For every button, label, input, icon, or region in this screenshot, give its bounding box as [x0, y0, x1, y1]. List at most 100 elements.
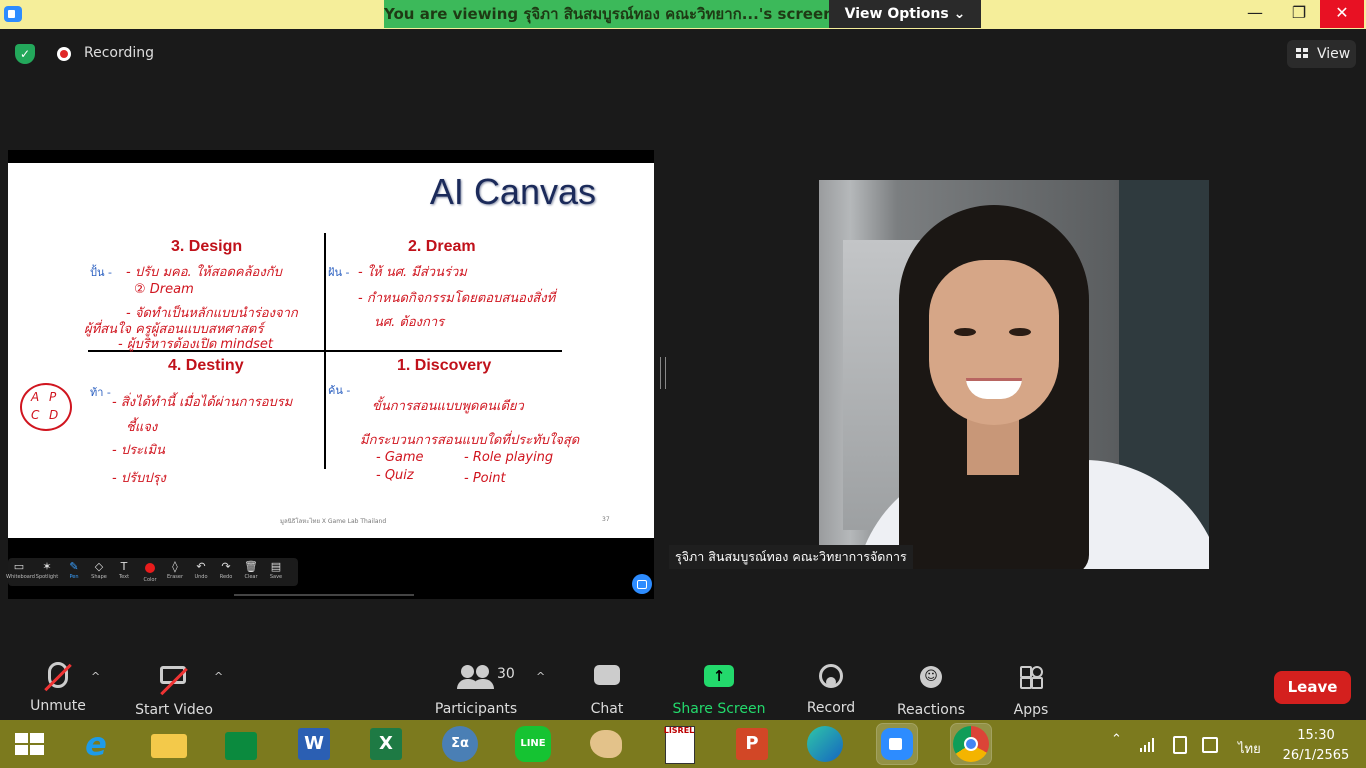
note-destiny-4: - ปรับปรุง	[112, 471, 166, 486]
leave-button[interactable]: Leave	[1274, 671, 1351, 704]
security-shield-icon[interactable]: ✓	[15, 44, 35, 64]
annotate-eraser-tool[interactable]: ◊ Eraser	[162, 558, 188, 586]
annotate-pen-tool[interactable]: ✎ Pen	[61, 558, 87, 586]
paint-icon[interactable]	[586, 724, 626, 764]
windows-start-icon[interactable]	[10, 724, 50, 764]
chat-button[interactable]: Chat	[583, 660, 631, 717]
tray-overflow-chevron-icon[interactable]: ⌃	[1111, 732, 1122, 747]
clock-time: 15:30	[1297, 728, 1335, 743]
annotate-clear-tool[interactable]: 🗑 Clear	[238, 558, 264, 586]
view-button-label: View	[1317, 46, 1351, 62]
unmute-button[interactable]: Unmute	[26, 660, 90, 714]
annotate-undo-tool[interactable]: ↶ Undo	[188, 558, 214, 586]
record-button[interactable]: Record	[803, 660, 859, 716]
color-swatch-icon	[145, 563, 155, 573]
audio-options-caret-icon[interactable]: ^	[91, 670, 100, 683]
close-button[interactable]: ✕	[1320, 0, 1364, 28]
note-destiny-1: - สิ่งได้ทำนี้ เมื่อได้ผ่านการอบรม	[112, 395, 293, 410]
view-options-button[interactable]: View Options ⌄	[829, 0, 981, 28]
split-view-handle[interactable]	[660, 357, 666, 389]
note-discovery-3: - Game	[376, 450, 424, 465]
participant-video	[819, 180, 1209, 569]
quadrant-design-title: 3. Design	[171, 238, 243, 255]
trash-icon: 🗑	[244, 560, 258, 573]
note-discovery-6: - Point	[464, 471, 506, 486]
video-person-eye	[954, 328, 976, 336]
note-dream-3: นศ. ต้องการ	[374, 315, 445, 330]
note-discovery-2: มีกระบวนการสอนแบบใดที่ประทับใจสุด	[360, 433, 580, 448]
quadrant-destiny-title: 4. Destiny	[168, 357, 244, 374]
video-person-smile	[966, 378, 1022, 399]
save-icon: ▤	[270, 560, 282, 573]
calculator-icon[interactable]: Σα	[440, 724, 480, 764]
share-screen-arrow-icon: ↑	[704, 665, 734, 687]
input-language[interactable]: ไทย	[1238, 738, 1261, 759]
internet-explorer-icon[interactable]: e	[76, 724, 116, 764]
apcd-letter-d: D	[49, 408, 59, 422]
annotate-whiteboard-tool[interactable]: ▭ Whiteboard	[6, 558, 35, 586]
participants-options-caret-icon[interactable]: ^	[536, 670, 545, 683]
recording-label: Recording	[84, 45, 155, 61]
zoom-taskbar-icon[interactable]	[876, 723, 918, 765]
quadrant-dream-title: 2. Dream	[408, 238, 476, 255]
tag-dream: ฝัน -	[328, 266, 350, 279]
participant-name-tag: รุจิภา สินสมบูรณ์ทอง คณะวิทยาการจัดการ	[669, 545, 913, 569]
share-screen-button[interactable]: ↑ Share Screen	[672, 660, 766, 717]
view-button[interactable]: View	[1287, 40, 1356, 68]
video-options-caret-icon[interactable]: ^	[214, 670, 223, 683]
tag-design: ปั้น -	[90, 266, 112, 279]
battery-icon[interactable]	[1173, 736, 1187, 754]
chat-bubble-icon	[594, 665, 620, 685]
chrome-icon[interactable]	[950, 723, 992, 765]
powerpoint-icon[interactable]: P	[732, 724, 772, 764]
file-explorer-icon[interactable]	[149, 724, 189, 764]
grid-view-icon	[1296, 48, 1309, 59]
zoom-app-icon	[4, 6, 22, 22]
annotate-redo-tool[interactable]: ↷ Redo	[213, 558, 239, 586]
note-dream-1: - ให้ นศ. มีส่วนร่วม	[358, 265, 467, 280]
participant-count: 30	[497, 666, 515, 682]
quadrant-discovery-title: 1. Discovery	[397, 357, 492, 374]
reactions-button[interactable]: ☺ Reactions	[895, 660, 967, 718]
excel-icon[interactable]: X	[366, 724, 406, 764]
lisrel-icon[interactable]: LISREL	[659, 724, 699, 764]
taskbar-clock[interactable]: 15:30 26/1/2565	[1276, 726, 1356, 766]
note-design-5: - ผู้บริหารต้องเปิด mindset	[118, 337, 274, 352]
start-video-button[interactable]: Start Video	[132, 660, 216, 718]
tag-destiny: ท้า -	[90, 386, 111, 399]
maximize-button[interactable]: ❐	[1277, 0, 1321, 28]
apcd-letter-c: C	[31, 408, 40, 422]
share-scrollbar[interactable]	[234, 594, 414, 596]
slide-title: AI Canvas	[429, 171, 596, 212]
annotation-toolbar: ▭ Whiteboard ✶ Spotlight ✎ Pen ◇ Shape T Text…	[6, 558, 298, 586]
participants-icon	[457, 665, 493, 689]
volume-muted-icon[interactable]	[1202, 737, 1218, 753]
network-signal-icon[interactable]	[1140, 738, 1156, 752]
annotate-color-tool[interactable]: Color	[137, 558, 163, 586]
undo-icon: ↶	[196, 560, 206, 573]
shape-icon: ◇	[94, 560, 104, 573]
eraser-icon: ◊	[172, 560, 178, 573]
annotate-shape-tool[interactable]: ◇ Shape	[86, 558, 112, 586]
video-person-eye	[1009, 328, 1031, 336]
apcd-letter-p: P	[49, 390, 57, 404]
video-camera-icon[interactable]	[632, 574, 652, 594]
apps-button[interactable]: Apps	[1010, 660, 1052, 718]
apps-icon	[1020, 666, 1043, 689]
record-icon	[819, 664, 843, 688]
slide: AI Canvas 3. Design 2. Dream 4. Destiny …	[8, 163, 654, 538]
video-person-face	[929, 260, 1059, 425]
note-destiny-2: ชี้แจง	[126, 420, 158, 435]
edge-icon[interactable]	[805, 724, 845, 764]
minimize-button[interactable]: —	[1233, 0, 1277, 28]
note-design-2: ② Dream	[134, 282, 194, 297]
title-bar: You are viewing รุจิภา สินสมบูรณ์ทอง คณะ…	[0, 0, 1366, 29]
annotate-spotlight-tool[interactable]: ✶ Spotlight	[34, 558, 60, 586]
microsoft-store-icon[interactable]	[221, 724, 261, 764]
annotate-text-tool[interactable]: T Text	[111, 558, 137, 586]
line-icon[interactable]: LINE	[513, 724, 553, 764]
note-discovery-5: - Quiz	[376, 468, 414, 483]
annotate-save-tool[interactable]: ▤ Save	[263, 558, 289, 586]
shared-screen: AI Canvas 3. Design 2. Dream 4. Destiny …	[6, 150, 654, 599]
word-icon[interactable]: W	[294, 724, 334, 764]
